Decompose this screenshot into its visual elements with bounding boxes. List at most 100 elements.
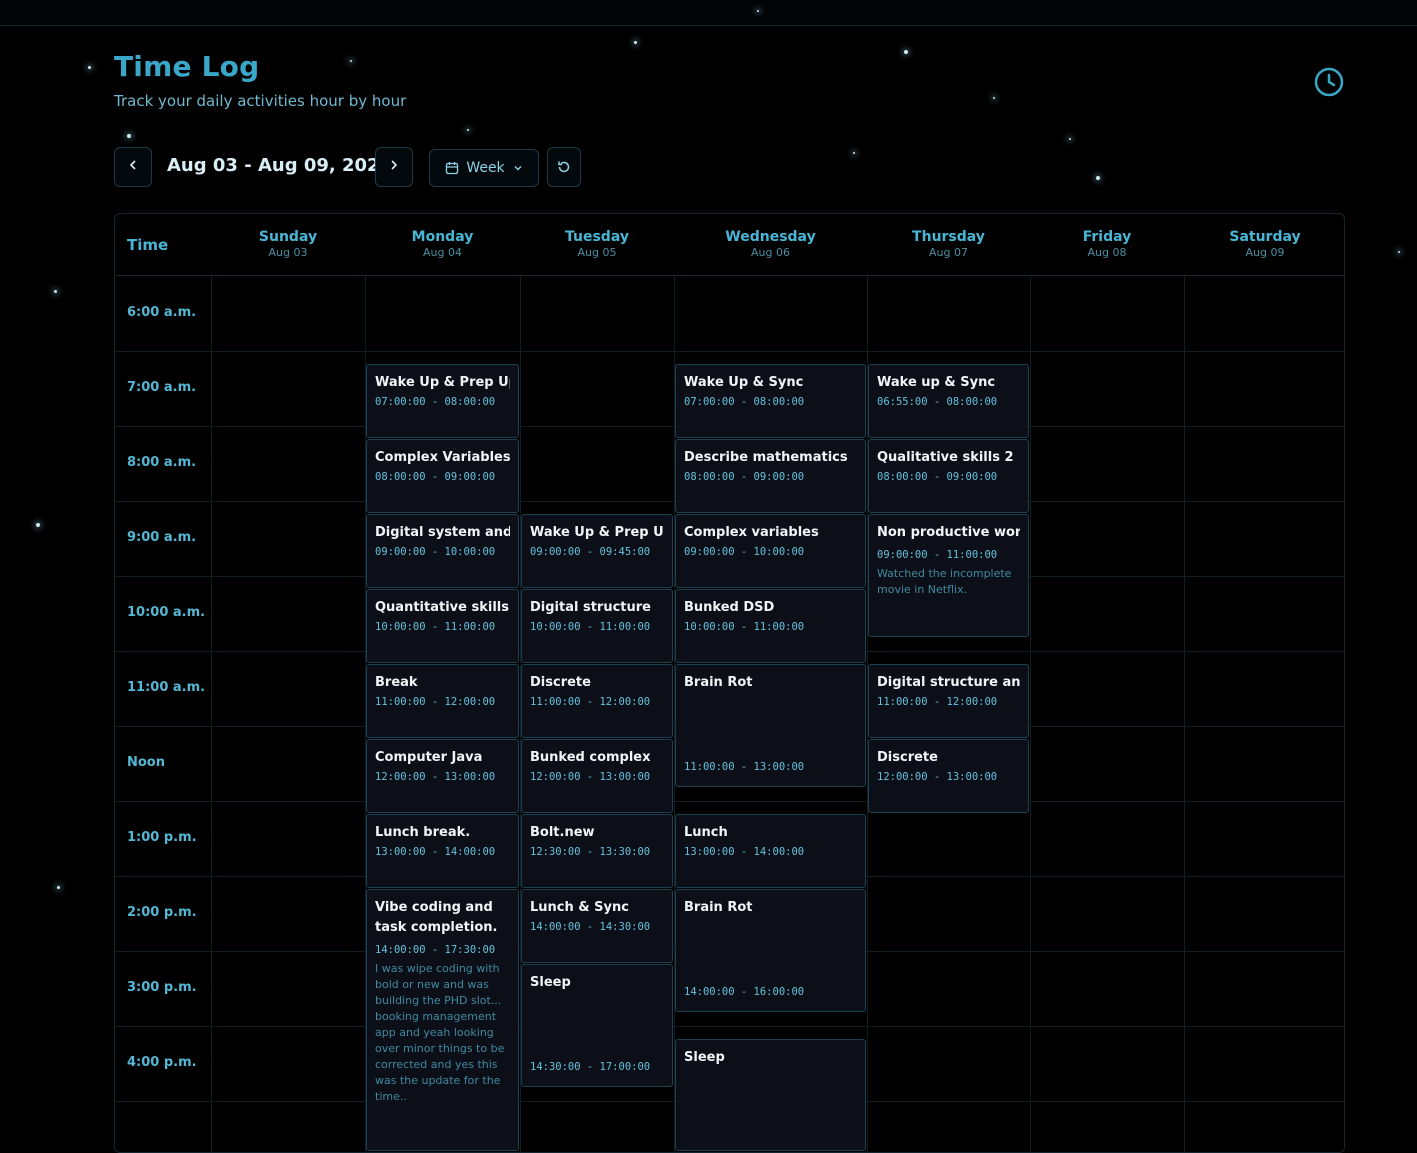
event-card[interactable]: Bunked DSD 10:00:00 - 11:00:00 bbox=[675, 589, 866, 663]
event-card[interactable]: Wake up & Sync 06:55:00 - 08:00:00 bbox=[868, 364, 1029, 438]
event-card[interactable]: Digital system and 09:00:00 - 10:00:00 bbox=[366, 514, 519, 588]
chevron-right-icon bbox=[388, 159, 400, 175]
event-time-range: 09:00:00 - 10:00:00 bbox=[684, 546, 805, 558]
event-title: Lunch & Sync bbox=[530, 900, 629, 915]
hour-label: 3:00 p.m. bbox=[127, 980, 197, 995]
event-card[interactable]: Complex variables 09:00:00 - 10:00:00 bbox=[675, 514, 866, 588]
event-title: Complex variables bbox=[684, 525, 819, 540]
event-card[interactable]: Lunch 13:00:00 - 14:00:00 bbox=[675, 814, 866, 888]
day-name: Wednesday bbox=[725, 229, 816, 245]
day-date: Aug 04 bbox=[423, 246, 462, 259]
event-card[interactable]: Computer Java 12:00:00 - 13:00:00 bbox=[366, 739, 519, 813]
event-time-range: 10:00:00 - 11:00:00 bbox=[684, 621, 805, 633]
event-card[interactable]: Wake Up & Sync 07:00:00 - 08:00:00 bbox=[675, 364, 866, 438]
event-card[interactable]: Describe mathematics 08:00:00 - 09:00:00 bbox=[675, 439, 866, 513]
event-time-range: 10:00:00 - 11:00:00 bbox=[375, 621, 496, 633]
event-card[interactable]: Wake Up & Prep Up 07:00:00 - 08:00:00 bbox=[366, 364, 519, 438]
event-time-range: 12:00:00 - 13:00:00 bbox=[530, 771, 651, 783]
star-dot bbox=[54, 290, 57, 293]
event-title: Digital structure bbox=[530, 600, 651, 615]
refresh-button[interactable] bbox=[547, 147, 581, 187]
event-card[interactable]: Break 11:00:00 - 12:00:00 bbox=[366, 664, 519, 738]
hour-label: 2:00 p.m. bbox=[127, 905, 197, 920]
event-time-range: 12:30:00 - 13:30:00 bbox=[530, 846, 651, 858]
event-title: Digital structure and bbox=[877, 675, 1020, 690]
star-dot bbox=[853, 152, 855, 154]
grid-row-line bbox=[115, 351, 1344, 352]
event-title: Computer Java bbox=[375, 750, 483, 765]
event-time-range: 14:30:00 - 17:00:00 bbox=[530, 1060, 651, 1073]
event-card[interactable]: Qualitative skills 2 08:00:00 - 09:00:00 bbox=[868, 439, 1029, 513]
day-header-friday: Friday Aug 08 bbox=[1030, 214, 1184, 276]
hour-label: 7:00 a.m. bbox=[127, 380, 197, 395]
event-description: Watched the incomplete movie in Netflix. bbox=[877, 567, 1012, 596]
event-card[interactable]: Non productive work 09:00:00 - 11:00:00 Wa… bbox=[868, 514, 1029, 637]
day-name: Tuesday bbox=[565, 229, 629, 245]
day-header-tuesday: Tuesday Aug 05 bbox=[520, 214, 674, 276]
star-dot bbox=[757, 10, 759, 12]
day-date: Aug 05 bbox=[577, 246, 617, 259]
event-card[interactable]: Wake Up & Prep Up 09:00:00 - 09:45:00 bbox=[521, 514, 673, 588]
calendar-icon bbox=[445, 161, 459, 175]
event-title: Sleep bbox=[684, 1050, 725, 1065]
event-title: Bunked DSD bbox=[684, 600, 775, 615]
event-title: Wake Up & Prep Up bbox=[530, 525, 664, 540]
event-time-range: 09:00:00 - 10:00:00 bbox=[375, 546, 496, 558]
event-card[interactable]: Brain Rot 11:00:00 - 13:00:00 bbox=[675, 664, 866, 787]
event-time-range: 14:00:00 - 16:00:00 bbox=[684, 985, 805, 998]
star-dot bbox=[993, 97, 995, 99]
event-card[interactable]: Vibe coding and task completion. 14:00:00… bbox=[366, 889, 519, 1151]
event-time-range: 14:00:00 - 14:30:00 bbox=[530, 921, 651, 933]
event-time-range: 13:00:00 - 14:00:00 bbox=[684, 846, 805, 858]
event-time-range: 09:00:00 - 11:00:00 bbox=[877, 549, 998, 561]
event-card[interactable]: Sleep 14:30:00 - 17:00:00 bbox=[521, 964, 673, 1087]
event-time-range: 08:00:00 - 09:00:00 bbox=[375, 471, 496, 483]
event-card[interactable]: Brain Rot 14:00:00 - 16:00:00 bbox=[675, 889, 866, 1012]
event-card[interactable]: Bunked complex 12:00:00 - 13:00:00 bbox=[521, 739, 673, 813]
time-column-header: Time bbox=[127, 236, 169, 254]
event-title: Non productive work bbox=[877, 525, 1020, 540]
event-card[interactable]: Discrete 12:00:00 - 13:00:00 bbox=[868, 739, 1029, 813]
event-card[interactable]: Digital structure 10:00:00 - 11:00:00 bbox=[521, 589, 673, 663]
hour-label: 6:00 a.m. bbox=[127, 305, 197, 320]
event-card[interactable]: Lunch break. 13:00:00 - 14:00:00 bbox=[366, 814, 519, 888]
chevron-down-icon bbox=[513, 163, 523, 173]
hour-label: 1:00 p.m. bbox=[127, 830, 197, 845]
view-select[interactable]: Week bbox=[429, 149, 539, 187]
event-card[interactable]: Quantitative skills. 10:00:00 - 11:00:00 bbox=[366, 589, 519, 663]
event-title: Wake Up & Sync bbox=[684, 375, 804, 390]
refresh-icon bbox=[556, 159, 572, 175]
grid-row-line bbox=[115, 801, 1344, 802]
star-dot bbox=[467, 129, 469, 131]
event-card[interactable]: Complex Variables 08:00:00 - 09:00:00 bbox=[366, 439, 519, 513]
event-title: Discrete bbox=[530, 675, 591, 690]
event-time-range: 11:00:00 - 12:00:00 bbox=[530, 696, 651, 708]
event-title: Lunch bbox=[684, 825, 728, 840]
event-card[interactable]: Lunch & Sync 14:00:00 - 14:30:00 bbox=[521, 889, 673, 963]
next-week-button[interactable] bbox=[375, 147, 413, 187]
event-card[interactable]: Discrete 11:00:00 - 12:00:00 bbox=[521, 664, 673, 738]
event-time-range: 11:00:00 - 13:00:00 bbox=[684, 760, 805, 773]
page-subtitle: Track your daily activities hour by hour bbox=[114, 92, 407, 110]
event-card[interactable]: Bolt.new 12:30:00 - 13:30:00 bbox=[521, 814, 673, 888]
event-time-range: 08:00:00 - 09:00:00 bbox=[684, 471, 805, 483]
event-title: Wake Up & Prep Up bbox=[375, 375, 510, 390]
event-time-range: 09:00:00 - 09:45:00 bbox=[530, 546, 651, 558]
day-header-wednesday: Wednesday Aug 06 bbox=[674, 214, 867, 276]
event-title: Wake up & Sync bbox=[877, 375, 996, 390]
star-dot bbox=[634, 41, 637, 44]
star-dot bbox=[350, 60, 352, 62]
event-time-range: 11:00:00 - 12:00:00 bbox=[375, 696, 496, 708]
hour-label: 11:00 a.m. bbox=[127, 680, 206, 695]
event-title: Bunked complex bbox=[530, 750, 651, 765]
event-card[interactable]: Sleep bbox=[675, 1039, 866, 1151]
day-date: Aug 09 bbox=[1245, 246, 1285, 259]
event-title: Describe mathematics bbox=[684, 450, 848, 465]
day-header-sunday: Sunday Aug 03 bbox=[211, 214, 365, 276]
clock-icon[interactable] bbox=[1312, 66, 1346, 100]
day-header-thursday: Thursday Aug 07 bbox=[867, 214, 1030, 276]
previous-week-button[interactable] bbox=[114, 147, 152, 187]
event-card[interactable]: Digital structure and 11:00:00 - 12:00:00 bbox=[868, 664, 1029, 738]
star-dot bbox=[1398, 251, 1400, 253]
event-title: Lunch break. bbox=[375, 825, 471, 840]
